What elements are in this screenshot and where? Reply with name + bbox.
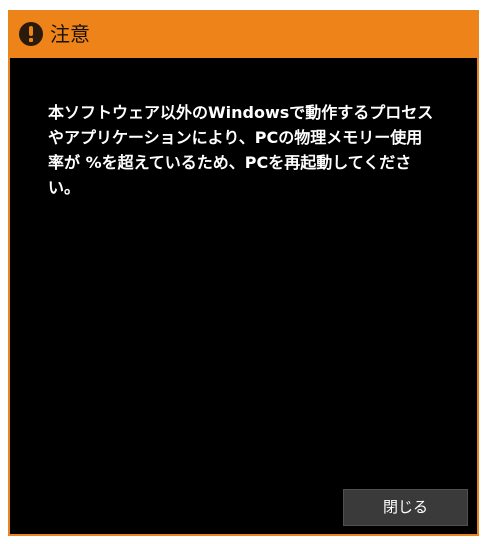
dialog-message: 本ソフトウェア以外のWindowsで動作するプロセスやアプリケーションにより、P… [48, 103, 434, 197]
close-button[interactable]: 閉じる [343, 489, 468, 526]
warning-dialog: 注意 本ソフトウェア以外のWindowsで動作するプロセスやアプリケーションによ… [8, 10, 479, 536]
dialog-title: 注意 [50, 22, 90, 46]
warning-icon [19, 22, 43, 46]
dialog-titlebar: 注意 [10, 12, 477, 58]
